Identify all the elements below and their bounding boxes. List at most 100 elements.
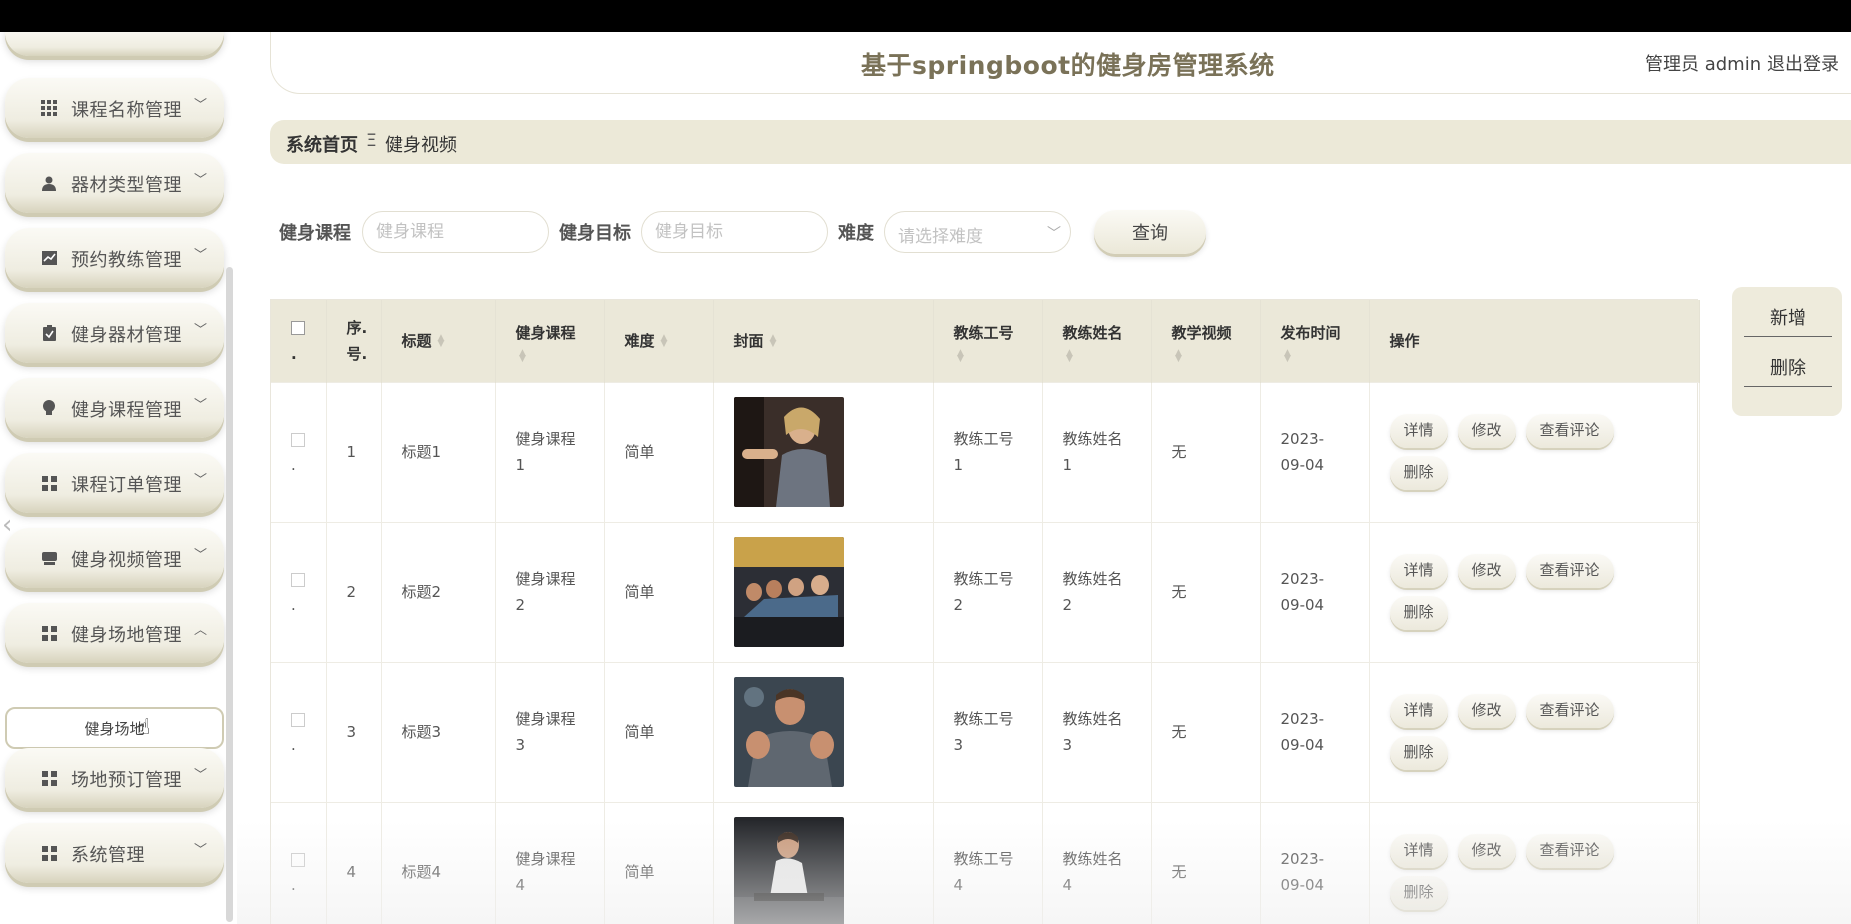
- cover-image[interactable]: [733, 677, 844, 787]
- add-button[interactable]: 新增: [1744, 297, 1832, 337]
- col-coach-name[interactable]: 教练姓名 ▲ ▼: [1042, 300, 1152, 382]
- row-checkbox[interactable]: [291, 432, 305, 447]
- sidebar-item-gym-venues[interactable]: 健身场地管理 ︿: [5, 603, 224, 663]
- pointer-cursor-icon: ☝: [137, 715, 151, 740]
- col-video[interactable]: 教学视频 ▲ ▼: [1151, 300, 1261, 382]
- edit-button[interactable]: 修改: [1457, 834, 1516, 869]
- delete-button[interactable]: 删除: [1389, 736, 1448, 770]
- sidebar-item-gym-videos[interactable]: 健身视频管理 ﹀: [5, 528, 224, 588]
- row-checkbox[interactable]: [291, 572, 305, 587]
- sidebar-item-gym-courses[interactable]: 健身课程管理 ﹀: [5, 378, 224, 438]
- delete-button[interactable]: 删除: [1389, 876, 1448, 911]
- cell-coach-id: 教练工号4: [933, 801, 1043, 924]
- col-difficulty[interactable]: 难度 ▲ ▼: [604, 300, 714, 382]
- view-comments-button[interactable]: 查看评论: [1525, 554, 1614, 588]
- edit-button[interactable]: 修改: [1457, 694, 1516, 728]
- sidebar-item-system[interactable]: 系统管理 ﹀: [5, 823, 224, 883]
- cell-coach-id: 教练工号1: [933, 381, 1043, 522]
- breadcrumb-home[interactable]: 系统首页: [286, 131, 358, 157]
- cover-image[interactable]: [733, 817, 844, 924]
- chevron-down-icon: ﹀: [194, 473, 208, 488]
- edit-button[interactable]: 修改: [1457, 414, 1516, 448]
- cell-ops: 详情 修改 查看评论删除: [1369, 661, 1700, 802]
- chevron-down-icon: ﹀: [194, 843, 208, 858]
- sort-icon[interactable]: ▲ ▼: [1281, 348, 1295, 363]
- view-comments-button[interactable]: 查看评论: [1525, 694, 1614, 728]
- detail-button[interactable]: 详情: [1389, 554, 1448, 588]
- delete-button[interactable]: 删除: [1389, 596, 1448, 630]
- sidebar-item-label: 系统管理: [71, 845, 145, 866]
- sidebar-item-label: 健身场地管理: [71, 625, 182, 646]
- sort-icon[interactable]: ▲ ▼: [1172, 348, 1186, 363]
- cell-cover: [713, 661, 934, 802]
- sort-icon[interactable]: ▲ ▼: [770, 334, 777, 349]
- col-title[interactable]: 标题 ▲ ▼: [381, 300, 496, 382]
- breadcrumb-separator-icon: Ξ: [366, 131, 377, 151]
- collapse-sidebar-icon[interactable]: ‹: [2, 510, 12, 540]
- col-cover[interactable]: 封面 ▲ ▼: [713, 300, 934, 382]
- cell-index: 3: [326, 661, 382, 802]
- col-index: 序.号.: [326, 300, 382, 382]
- sidebar-item-coach-booking[interactable]: 预约教练管理 ﹀: [5, 228, 224, 288]
- cell-coach-name: 教练姓名4: [1042, 801, 1152, 924]
- cell-difficulty: 简单: [604, 661, 714, 802]
- breadcrumb: 系统首页 Ξ 健身视频: [270, 120, 1851, 164]
- cover-image[interactable]: [733, 397, 844, 507]
- col-video-label: 教学视频: [1171, 323, 1232, 342]
- delete-button[interactable]: 删除: [1389, 456, 1448, 490]
- course-search-input[interactable]: [362, 211, 549, 253]
- cell-difficulty: 简单: [604, 521, 714, 662]
- chevron-down-icon: ﹀: [194, 768, 208, 783]
- goal-search-label: 健身目标: [559, 223, 631, 244]
- detail-button[interactable]: 详情: [1389, 414, 1448, 448]
- sidebar-item-label: 健身器材管理: [71, 325, 182, 346]
- window-top-bar: [0, 0, 1851, 32]
- logout-link[interactable]: 退出登录: [1767, 50, 1839, 76]
- col-coach-id[interactable]: 教练工号 ▲ ▼: [933, 300, 1043, 382]
- sidebar-item-course-orders[interactable]: 课程订单管理 ﹀: [5, 453, 224, 513]
- select-all-checkbox[interactable]: [291, 321, 305, 336]
- chevron-down-icon: ﹀: [194, 398, 208, 413]
- detail-button[interactable]: 详情: [1389, 694, 1448, 728]
- sidebar-item-venue-booking[interactable]: 场地预订管理 ﹀: [5, 748, 224, 808]
- row-select-cell: .: [271, 661, 327, 802]
- sort-icon[interactable]: ▲ ▼: [661, 334, 668, 349]
- goal-search-input[interactable]: [641, 211, 828, 253]
- grid-icon: [41, 475, 57, 491]
- chevron-down-icon: ﹀: [194, 248, 208, 263]
- col-coach-name-label: 教练姓名: [1062, 323, 1123, 342]
- cell-coach-id: 教练工号3: [933, 661, 1043, 802]
- chevron-down-icon: ﹀: [194, 98, 208, 113]
- sidebar-item-course-names[interactable]: 课程名称管理 ﹀: [5, 78, 224, 138]
- detail-button[interactable]: 详情: [1389, 834, 1448, 869]
- row-checkbox[interactable]: [291, 852, 305, 867]
- row-checkbox[interactable]: [291, 712, 305, 727]
- breadcrumb-current: 健身视频: [385, 135, 457, 156]
- cell-coach-name: 教练姓名1: [1042, 381, 1152, 522]
- sort-icon[interactable]: ▲ ▼: [438, 334, 445, 349]
- sidebar-subitem-gym-venue[interactable]: 健身场地: [5, 707, 224, 749]
- sidebar-item-gym-equipment[interactable]: 健身器材管理 ﹀: [5, 303, 224, 363]
- col-publish-time[interactable]: 发布时间 ▲ ▼: [1260, 300, 1370, 382]
- sort-icon[interactable]: ▲ ▼: [1063, 348, 1077, 363]
- sidebar-scrollbar[interactable]: [226, 267, 233, 922]
- view-comments-button[interactable]: 查看评论: [1525, 834, 1614, 869]
- sidebar-item-equipment-types[interactable]: 器材类型管理 ﹀: [5, 153, 224, 213]
- sort-icon[interactable]: ▲ ▼: [516, 348, 530, 363]
- edit-button[interactable]: 修改: [1457, 554, 1516, 588]
- col-difficulty-label: 难度: [624, 331, 655, 350]
- sort-icon[interactable]: ▲ ▼: [954, 348, 968, 363]
- cover-image[interactable]: [733, 537, 844, 647]
- inbox-icon: [41, 550, 57, 566]
- cell-difficulty: 简单: [604, 801, 714, 924]
- batch-delete-button[interactable]: 删除: [1744, 347, 1832, 387]
- sidebar-item-label: 健身视频管理: [71, 550, 182, 571]
- col-course[interactable]: 健身课程 ▲ ▼: [495, 300, 605, 382]
- query-button[interactable]: 查询: [1094, 210, 1206, 254]
- difficulty-select[interactable]: 请选择难度 ﹀: [884, 211, 1071, 253]
- cell-course: 健身课程1: [495, 381, 605, 522]
- sidebar-item-partial[interactable]: [5, 32, 224, 56]
- current-user: 管理员 admin: [1645, 54, 1762, 75]
- cell-title: 标题3: [381, 661, 496, 802]
- view-comments-button[interactable]: 查看评论: [1525, 414, 1614, 448]
